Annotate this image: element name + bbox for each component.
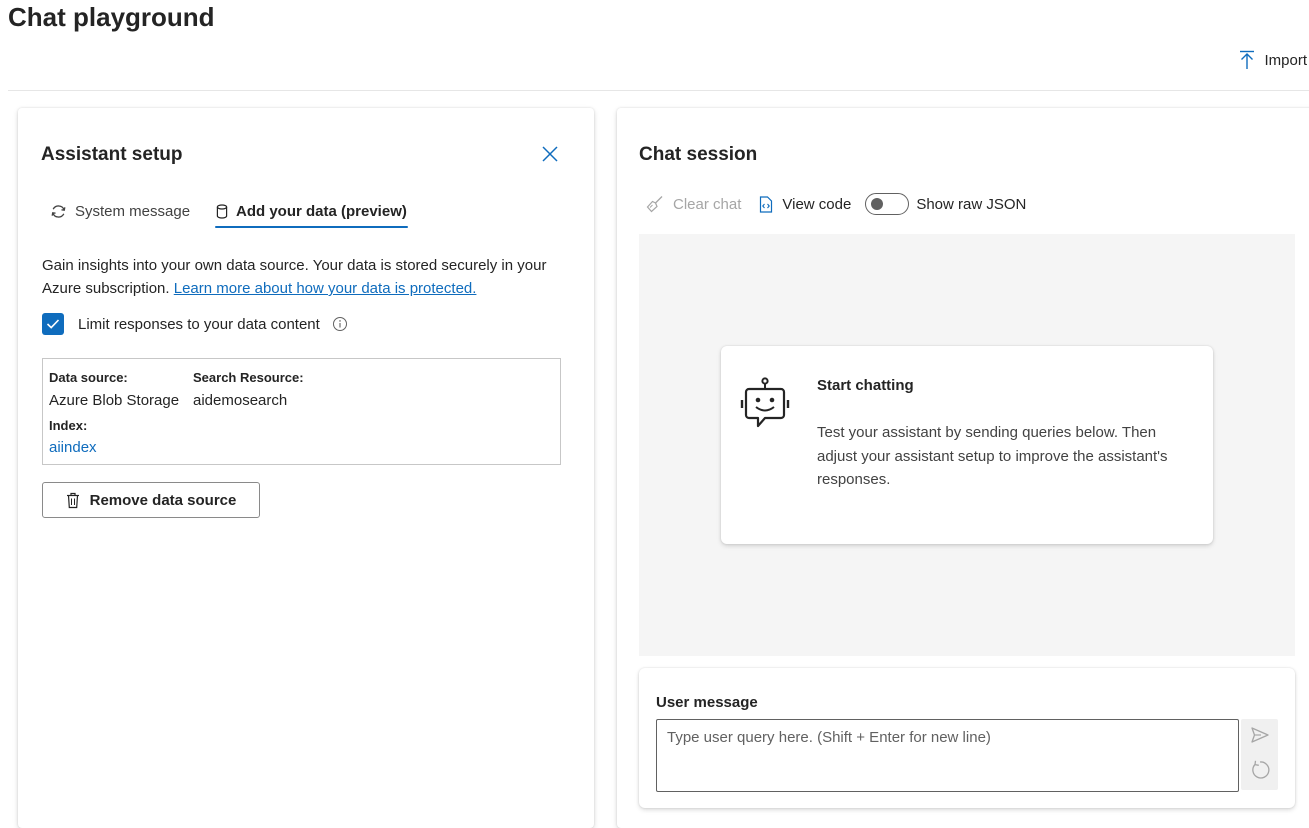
clear-chat-label: Clear chat bbox=[673, 195, 742, 213]
tab-add-your-data[interactable]: Add your data (preview) bbox=[216, 194, 407, 228]
limit-responses-checkbox[interactable] bbox=[42, 313, 64, 335]
broom-icon bbox=[646, 196, 663, 213]
start-chatting-title: Start chatting bbox=[817, 377, 914, 394]
close-icon[interactable] bbox=[541, 145, 559, 163]
user-message-label: User message bbox=[656, 694, 758, 711]
toggle-knob bbox=[871, 198, 884, 210]
checkmark-icon bbox=[46, 319, 60, 329]
tab-system-message[interactable]: System message bbox=[50, 194, 190, 228]
index-label: Index: bbox=[49, 418, 88, 433]
user-message-input[interactable] bbox=[656, 719, 1239, 792]
code-file-icon bbox=[760, 195, 773, 213]
view-code-button[interactable]: View code bbox=[759, 196, 851, 213]
start-chatting-card: Start chatting Test your assistant by se… bbox=[721, 346, 1213, 544]
bot-icon bbox=[740, 377, 790, 428]
send-icon[interactable] bbox=[1249, 724, 1271, 746]
user-message-panel: User message bbox=[639, 668, 1295, 808]
reset-icon[interactable] bbox=[1249, 759, 1271, 781]
trash-icon bbox=[66, 492, 79, 508]
chat-messages-area: Start chatting Test your assistant by se… bbox=[639, 234, 1295, 656]
data-description: Gain insights into your own data source.… bbox=[42, 254, 552, 300]
assistant-setup-panel: Assistant setup System message Add your … bbox=[18, 108, 594, 828]
search-resource-value: aidemosearch bbox=[193, 392, 288, 409]
import-button[interactable]: Import bbox=[1238, 50, 1307, 70]
data-source-summary: Data source: Azure Blob Storage Search R… bbox=[42, 358, 561, 465]
show-raw-json-label: Show raw JSON bbox=[916, 195, 1027, 213]
chat-session-title: Chat session bbox=[639, 144, 758, 165]
import-label: Import bbox=[1264, 51, 1307, 69]
assistant-setup-title: Assistant setup bbox=[41, 144, 183, 165]
view-code-label: View code bbox=[782, 195, 852, 213]
start-chatting-text: Test your assistant by sending queries b… bbox=[817, 424, 1168, 488]
search-resource-label: Search Resource: bbox=[193, 370, 304, 385]
refresh-icon bbox=[51, 204, 66, 218]
show-raw-json-toggle[interactable] bbox=[865, 193, 910, 215]
chat-toolbar: Clear chat View code Show raw JSON bbox=[639, 190, 1026, 218]
data-source-value: Azure Blob Storage bbox=[49, 392, 180, 409]
chat-session-panel: Chat session Clear chat View code Show r… bbox=[617, 108, 1309, 828]
active-tab-indicator bbox=[215, 226, 408, 228]
page-title: Chat playground bbox=[8, 2, 215, 32]
index-link[interactable]: aiindex bbox=[49, 439, 97, 456]
tab-add-your-data-label: Add your data (preview) bbox=[236, 202, 407, 220]
clear-chat-button[interactable]: Clear chat bbox=[646, 195, 741, 213]
data-source-label: Data source: bbox=[49, 370, 128, 385]
message-actions bbox=[1241, 719, 1278, 790]
tab-system-message-label: System message bbox=[75, 202, 191, 220]
remove-data-source-label: Remove data source bbox=[89, 491, 237, 509]
limit-responses-row: Limit responses to your data content bbox=[42, 313, 348, 335]
database-icon bbox=[216, 203, 228, 219]
info-icon[interactable] bbox=[332, 316, 348, 332]
remove-data-source-button[interactable]: Remove data source bbox=[42, 482, 260, 518]
show-raw-json-control: Show raw JSON bbox=[865, 193, 1026, 215]
header-divider bbox=[8, 90, 1309, 91]
learn-more-link[interactable]: Learn more about how your data is protec… bbox=[174, 280, 477, 297]
limit-responses-label: Limit responses to your data content bbox=[78, 315, 320, 333]
upload-icon bbox=[1240, 50, 1255, 69]
